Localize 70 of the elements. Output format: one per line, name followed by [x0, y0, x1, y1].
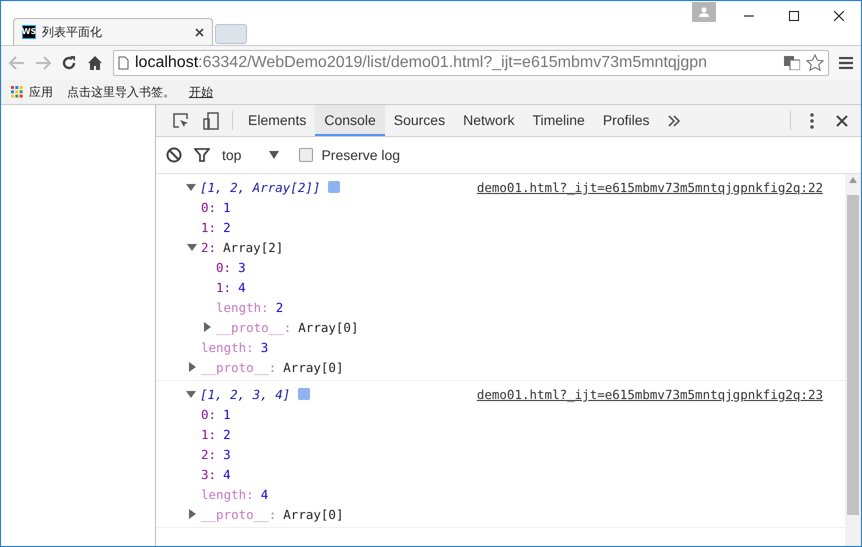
property-value: 4 — [223, 466, 231, 482]
property-value: 3 — [238, 260, 246, 274]
apps-grid-icon — [11, 86, 23, 98]
property-value: Array[0] — [283, 360, 344, 374]
property-value: Array[0] — [283, 506, 344, 522]
expanded-triangle-icon[interactable] — [186, 182, 196, 192]
expanded-triangle-icon[interactable] — [187, 242, 197, 252]
url-text: localhost:63342/WebDemo2019/list/demo01.html?_ijt=e615mbmv73m5mntqjgpn — [135, 54, 708, 72]
devtools-tab[interactable]: Profiles — [594, 105, 659, 136]
property-key: __proto__: — [216, 320, 292, 334]
property-value: 3 — [223, 446, 231, 462]
property-value: 1 — [223, 406, 231, 422]
array-preview: [1, 2, Array[2]] — [200, 180, 320, 194]
filter-icon[interactable] — [194, 147, 210, 163]
property-key: __proto__: — [201, 360, 276, 374]
home-icon[interactable] — [87, 55, 103, 71]
preserve-log-checkbox[interactable] — [299, 148, 314, 162]
apps-shortcut[interactable]: 应用 — [11, 84, 53, 100]
property-key: 2: — [201, 446, 216, 462]
maximize-icon[interactable] — [788, 11, 798, 21]
property-key: length: — [216, 300, 269, 314]
array-preview: [1, 2, 3, 4] — [200, 386, 290, 402]
menu-icon[interactable] — [839, 57, 853, 69]
property-key: __proto__: — [201, 506, 276, 522]
bookmark-link[interactable]: 开始 — [189, 84, 213, 100]
address-bar[interactable]: localhost:63342/WebDemo2019/list/demo01.html?_ijt=e615mbmv73m5mntqjgpn — [113, 50, 829, 76]
property-value: 2 — [276, 300, 284, 314]
collapsed-triangle-icon[interactable] — [187, 509, 197, 519]
source-link[interactable]: demo01.html?_ijt=e615mbmv73m5mntqjgpnkfig2q:22 — [476, 180, 823, 195]
star-icon[interactable] — [806, 54, 824, 72]
property-key: length: — [201, 340, 254, 354]
property-value: Array[0] — [298, 320, 358, 334]
collapsed-triangle-icon[interactable] — [187, 362, 197, 372]
property-value: 1 — [223, 200, 231, 214]
checkbox-label: Preserve log — [321, 147, 400, 163]
dropdown-arrow-icon[interactable] — [269, 151, 280, 159]
source-link[interactable]: demo01.html?_ijt=e615mbmv73m5mntqjgpnkfig2q:23 — [476, 387, 823, 402]
devtools-tab[interactable]: Timeline — [523, 105, 594, 136]
property-key: length: — [201, 486, 254, 502]
page-icon — [118, 56, 129, 70]
minimize-icon[interactable] — [744, 15, 754, 17]
scrollbar[interactable] — [845, 174, 861, 546]
close-icon[interactable] — [834, 11, 844, 21]
property-key: 1: — [201, 426, 216, 442]
reload-icon[interactable] — [61, 55, 77, 71]
property-key: 0: — [216, 260, 232, 274]
collapsed-triangle-icon[interactable] — [202, 322, 212, 332]
import-bookmarks-link[interactable]: 点击这里导入书签。 — [67, 84, 175, 100]
property-key: 0: — [201, 200, 216, 214]
context-selector[interactable]: top — [222, 147, 242, 163]
tab-title: 列表平面化 — [42, 24, 103, 40]
devtools-tab[interactable]: Elements — [239, 105, 316, 136]
devtools-tab[interactable]: Console — [315, 105, 385, 136]
property-key: 1: — [216, 280, 232, 294]
property-value: 3 — [260, 340, 268, 354]
property-key: 1: — [201, 220, 216, 234]
property-key: 0: — [201, 406, 216, 422]
property-value: 2 — [223, 220, 231, 234]
expanded-triangle-icon[interactable] — [186, 389, 196, 399]
devtools-tab[interactable]: Network — [454, 105, 524, 136]
clear-console-icon[interactable] — [166, 147, 182, 163]
property-key: 2: — [201, 240, 216, 254]
property-value: Array[2] — [223, 240, 284, 254]
translate-icon[interactable] — [784, 56, 800, 70]
devtools-tab[interactable]: Sources — [384, 105, 454, 136]
property-value: 2 — [223, 426, 231, 442]
property-value: 4 — [238, 280, 246, 294]
property-value: 4 — [260, 486, 268, 502]
property-key: 3: — [201, 466, 216, 482]
close-icon[interactable] — [195, 28, 204, 36]
